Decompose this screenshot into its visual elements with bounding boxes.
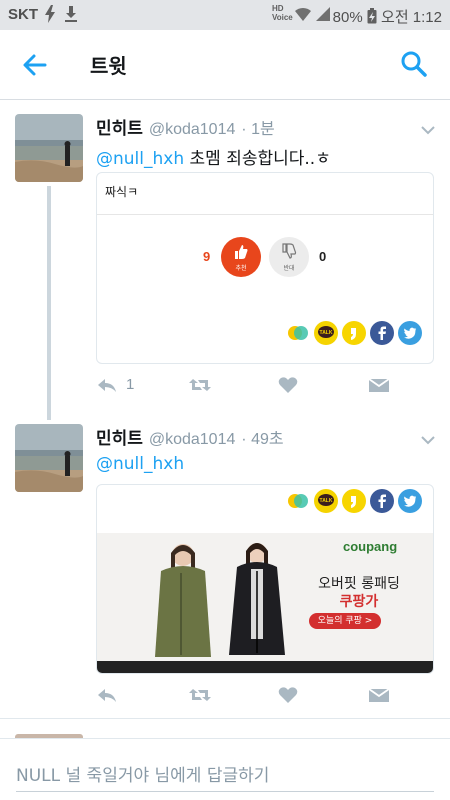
downvote-button[interactable]: 반대 xyxy=(269,237,309,277)
ad-footer-bar xyxy=(97,661,433,673)
chevron-down-icon[interactable] xyxy=(420,120,436,135)
tweet-body: 초멤 죄송합니다..ㅎ xyxy=(184,149,331,169)
retweet-icon[interactable] xyxy=(188,376,212,396)
clock: 오전 1:12 xyxy=(381,9,442,26)
upvote-button[interactable]: 추천 xyxy=(221,237,261,277)
avatar[interactable] xyxy=(15,424,83,492)
reply-count: 1 xyxy=(126,376,135,393)
ad-banner-image[interactable]: coupang 오버핏 롱패딩 쿠팡가 오늘의 쿠팡 > xyxy=(97,533,433,661)
twitter-share-icon[interactable] xyxy=(398,489,422,513)
facebook-share-icon[interactable] xyxy=(370,321,394,345)
kakaotalk-share-icon[interactable]: TALK xyxy=(314,321,338,345)
kakaostory-share-icon[interactable] xyxy=(286,489,310,513)
status-right: 80% 오전 1:12 xyxy=(333,6,442,27)
kakaostory-share-icon[interactable] xyxy=(286,321,310,345)
svg-text:TALK: TALK xyxy=(320,498,333,504)
ad-cta-button[interactable]: 오늘의 쿠팡 > xyxy=(309,613,381,629)
card-post-title: 짜식ㅋ xyxy=(105,185,139,199)
upvote-label: 추천 xyxy=(235,265,247,272)
wifi-icon xyxy=(294,5,312,27)
reply-composer[interactable]: NULL 널 죽일거야 님에게 답글하기 xyxy=(0,738,450,800)
thread-line xyxy=(47,186,51,420)
downvote-count: 0 xyxy=(319,249,327,264)
chevron-down-icon[interactable] xyxy=(420,430,436,445)
reply-button[interactable] xyxy=(96,686,120,706)
link-card[interactable]: 짜식ㅋ 9 추천 반대 0 TALK xyxy=(96,172,434,364)
avatar[interactable] xyxy=(15,114,83,182)
retweet-icon[interactable] xyxy=(188,686,212,706)
signal-icon xyxy=(314,5,332,27)
kakao-share-icon[interactable] xyxy=(342,489,366,513)
hd-voice-icon: HD Voice xyxy=(272,4,293,22)
author-handle: @koda1014 xyxy=(148,431,236,448)
ad-brand-logo: coupang xyxy=(343,539,398,554)
battery-percent: 80% xyxy=(332,9,363,26)
tweet-actions: 1 xyxy=(96,376,396,396)
ad-headline: 오버핏 롱패딩 xyxy=(318,576,400,592)
downvote-label: 반대 xyxy=(283,265,295,272)
author-handle: @koda1014 xyxy=(148,121,236,138)
author-name: 민히트 xyxy=(96,429,143,449)
tweet[interactable]: 민히트 @koda1014 · 49초 @null_hxh TALK coupa… xyxy=(0,410,450,720)
mention-link[interactable]: @null_hxh xyxy=(96,454,184,474)
reply-input-underline xyxy=(16,791,434,792)
reply-button[interactable]: 1 xyxy=(96,376,136,396)
author-name: 민히트 xyxy=(96,119,143,139)
like-icon[interactable] xyxy=(278,376,298,396)
lightning-icon xyxy=(44,5,56,27)
tweet-time: · 1분 xyxy=(241,121,275,138)
svg-text:TALK: TALK xyxy=(320,330,333,336)
ad-price-label: 쿠팡가 xyxy=(339,594,379,610)
carrier-label: SKT xyxy=(8,6,38,23)
download-icon xyxy=(64,5,78,27)
divider xyxy=(0,718,450,719)
like-icon[interactable] xyxy=(278,686,298,706)
tweet-author[interactable]: 민히트 @koda1014 · 49초 xyxy=(96,424,284,449)
direct-message-icon[interactable] xyxy=(368,376,390,396)
ad-card[interactable]: TALK coupang 오버핏 롱패딩 쿠팡가 오늘의 쿠팡 > xyxy=(96,484,434,674)
tweet-author[interactable]: 민히트 @koda1014 · 1분 xyxy=(96,114,275,139)
tweet-text: @null_hxh xyxy=(96,454,184,474)
facebook-share-icon[interactable] xyxy=(370,489,394,513)
tweet[interactable]: 민히트 @koda1014 · 1분 @null_hxh 초멤 죄송합니다..ㅎ… xyxy=(0,100,450,420)
reply-input[interactable]: NULL 널 죽일거야 님에게 답글하기 xyxy=(16,761,269,786)
tweet-actions xyxy=(96,686,396,706)
mention-link[interactable]: @null_hxh xyxy=(96,149,184,169)
twitter-share-icon[interactable] xyxy=(398,321,422,345)
status-bar: SKT HD Voice 80% 오전 1:12 xyxy=(0,0,450,30)
direct-message-icon[interactable] xyxy=(368,686,390,706)
tweet-time: · 49초 xyxy=(241,431,284,448)
card-divider xyxy=(97,214,433,215)
app-bar: 트윗 xyxy=(0,30,450,100)
back-arrow-icon[interactable] xyxy=(20,50,50,80)
battery-charging-icon xyxy=(367,8,377,24)
kakao-share-icon[interactable] xyxy=(342,321,366,345)
upvote-count: 9 xyxy=(203,249,211,264)
page-title: 트윗 xyxy=(90,54,127,78)
search-icon[interactable] xyxy=(400,50,428,78)
kakaotalk-share-icon[interactable]: TALK xyxy=(314,489,338,513)
tweet-text: @null_hxh 초멤 죄송합니다..ㅎ xyxy=(96,144,331,169)
